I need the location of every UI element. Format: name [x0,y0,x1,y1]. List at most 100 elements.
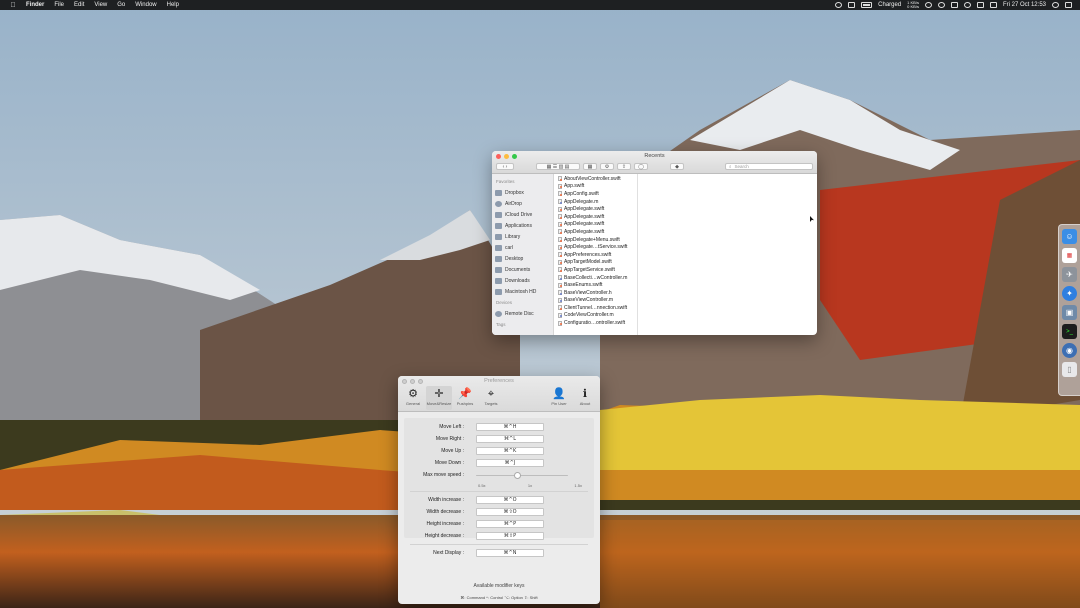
list-item[interactable]: AppDelegate.m [554,198,637,206]
list-item[interactable]: App.swift [554,183,637,191]
list-item[interactable]: ClientTunnel…nnection.swift [554,304,637,312]
tab-pushpins[interactable]: 📌 Pushpins [452,386,478,410]
network-speed[interactable]: 1 KB/s 0 KB/s [907,1,919,9]
sidebar-item-remote-disc[interactable]: Remote Disc [495,308,553,319]
sidebar-item-desktop[interactable]: Desktop [495,253,553,264]
list-item[interactable]: AppConfig.swift [554,190,637,198]
gear-icon[interactable]: ⚙ [600,163,614,170]
menu-app-name[interactable]: Finder [26,2,44,8]
sidebar-item-documents[interactable]: Documents [495,264,553,275]
list-item[interactable]: AppDelegate.swift [554,228,637,236]
sidebar-item-airdrop[interactable]: AirDrop [495,198,553,209]
tab-label: About [579,401,591,406]
preview-pane[interactable] [638,174,817,335]
clock[interactable]: Fri 27 Oct 12:53 [1003,2,1046,8]
bluetooth-icon[interactable] [950,2,958,8]
modifier-keys-legend: ⌘: Command ^: Control ⌥: Option ⇧: Shift [460,595,538,600]
safari-dock-icon[interactable]: ✦ [1062,286,1077,301]
swift-file-icon [558,305,562,311]
sidebar-item-dropbox[interactable]: Dropbox [495,187,553,198]
back-forward-button[interactable]: ‹ › [496,163,514,170]
prefs-titlebar[interactable]: Preferences ⚙ General ✛ Move&Resize 📌 Pushpin… [398,376,600,412]
share-button[interactable]: ⇪ [617,163,631,170]
list-item[interactable]: AppTargetModel.swift [554,259,637,267]
app-dock-icon[interactable]: ◉ [1062,343,1077,358]
battery-icon[interactable] [861,2,873,8]
shortcut-field[interactable]: ⌘^J [476,459,544,467]
slider-knob[interactable] [513,471,521,479]
sidebar-item-label: Desktop [505,255,524,262]
keyboard-flag-icon[interactable] [989,2,997,8]
view-mode-control[interactable]: ▦ ☰ ▥ ▤ [536,163,580,170]
terminal-dock-icon[interactable]: >_ [1062,324,1077,339]
arrange-button[interactable]: ▦ [583,163,597,170]
list-item[interactable]: BaseViewController.h [554,289,637,297]
volume-icon[interactable] [976,2,984,8]
tab-about[interactable]: ℹ About [572,386,598,410]
dock: ☺ ▦ ✈ ✦ ▣ >_ ◉ ▯ [1058,224,1080,396]
launchpad-dock-icon[interactable]: ✈ [1062,267,1077,282]
sidebar-item-macintosh-hd[interactable]: Macintosh HD [495,286,553,297]
shortcut-field[interactable]: ⌘^P [476,520,544,528]
menu-view[interactable]: View [94,2,107,8]
shortcut-field[interactable]: ⌘^L [476,435,544,443]
sidebar-item-library[interactable]: Library [495,231,553,242]
finder-dock-icon[interactable]: ☺ [1062,229,1077,244]
list-item[interactable]: AppDelegate+Menu.swift [554,236,637,244]
list-item[interactable]: AppTargetService.swift [554,266,637,274]
sidebar-item-downloads[interactable]: Downloads [495,275,553,286]
shortcut-field[interactable]: ⌘^H [476,423,544,431]
apple-menu-icon[interactable]:  [8,0,18,10]
timemachine-icon[interactable] [937,2,945,8]
list-item[interactable]: AppDelegate.swift [554,213,637,221]
sidebar-header-favorites: Favorites [496,179,515,184]
menu-file[interactable]: File [54,2,64,8]
notification-center-icon[interactable] [1065,2,1072,8]
shortcut-field[interactable]: ⌘^K [476,447,544,455]
preview-dock-icon[interactable]: ▣ [1062,305,1077,320]
tag-button[interactable]: ◯ [634,163,648,170]
spotlight-icon[interactable] [1052,2,1059,8]
list-item[interactable]: AppPreferences.swift [554,251,637,259]
menu-window[interactable]: Window [135,2,156,8]
calendar-dock-icon[interactable]: ▦ [1062,248,1077,263]
desktop-icon [495,255,502,262]
downloads-icon [495,277,502,284]
tab-move-resize[interactable]: ✛ Move&Resize [426,386,452,410]
finder-titlebar[interactable]: Recents ‹ › ▦ ☰ ▥ ▤ ▦ ⚙ ⇪ ◯ ◆ ⌕ Search [492,151,817,174]
list-item[interactable]: BaseCollecti…wController.m [554,274,637,282]
list-item[interactable]: AppDelegate…tService.swift [554,243,637,251]
list-item[interactable]: AboutViewController.swift [554,175,637,183]
shortcut-field[interactable]: ⌘⇧O [476,508,544,516]
search-input[interactable]: ⌕ Search [725,163,813,170]
shortcut-field[interactable]: ⌘^O [476,496,544,504]
dropbox-toolbar-button[interactable]: ◆ [670,163,684,170]
list-item[interactable]: CodeViewController.m [554,312,637,320]
tab-targets[interactable]: ⌖ Targets [478,386,504,410]
shortcut-row: Width decrease : ⌘⇧O [404,506,594,518]
dropbox-menu-icon[interactable] [924,2,932,8]
finder-sidebar: Favorites Dropbox AirDrop iCloud Drive Appl… [492,174,554,335]
list-item[interactable]: AppDelegate.swift [554,205,637,213]
menu-go[interactable]: Go [117,2,125,8]
display-icon[interactable] [848,2,856,8]
list-item[interactable]: AppDelegate.swift [554,221,637,229]
list-item[interactable]: BaseViewController.m [554,297,637,305]
wifi-icon[interactable] [963,2,971,8]
trash-dock-icon[interactable]: ▯ [1062,362,1077,377]
sidebar-item-carl[interactable]: carl [495,242,553,253]
battery-status[interactable]: Charged [878,2,901,8]
menu-edit[interactable]: Edit [74,2,84,8]
tab-general[interactable]: ⚙ General [400,386,426,410]
list-item[interactable]: BaseEnums.swift [554,281,637,289]
sidebar-item-applications[interactable]: Applications [495,220,553,231]
next-display-shortcut-field[interactable]: ⌘^N [476,549,544,557]
tab-pin-user[interactable]: 👤 Pin User [546,386,572,410]
shortcut-field[interactable]: ⌘⇧P [476,532,544,540]
speed-slider[interactable] [476,471,568,479]
menu-help[interactable]: Help [167,2,179,8]
record-icon[interactable] [835,2,843,8]
list-item[interactable]: Configuratio…ontroller.swift [554,319,637,327]
file-list: AboutViewController.swift App.swift AppCon… [554,174,638,335]
sidebar-item-icloud-drive[interactable]: iCloud Drive [495,209,553,220]
